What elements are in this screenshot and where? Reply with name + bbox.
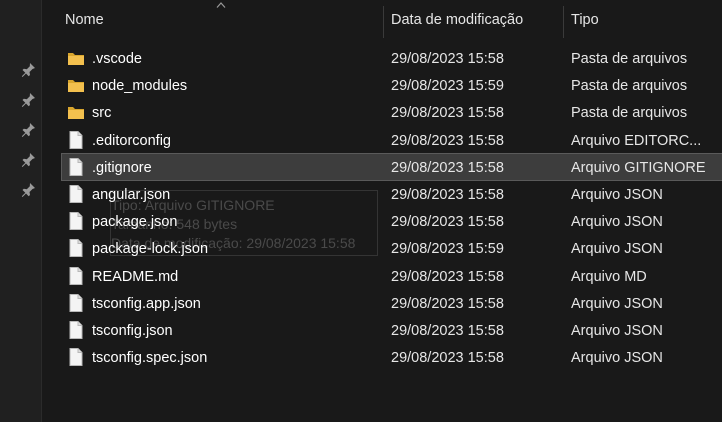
file-row[interactable]: package-lock.json 29/08/2023 15:59 Arquivo… [62,235,722,261]
file-icon [67,211,85,231]
folder-icon [67,75,85,95]
file-type: Arquivo EDITORC... [571,132,702,149]
pin-icon[interactable] [20,122,36,138]
file-type: Arquivo JSON [571,214,663,231]
file-name: angular.json [92,187,171,203]
file-row[interactable]: src 29/08/2023 15:58 Pasta de arquivos [62,99,722,125]
file-row[interactable]: .vscode 29/08/2023 15:58 Pasta de arquivos [62,45,722,71]
file-date: 29/08/2023 15:59 [391,78,504,95]
file-row[interactable]: package.json 29/08/2023 15:58 Arquivo JSON [62,208,722,234]
file-name: .editorconfig [92,132,171,149]
pin-icon[interactable] [20,62,36,78]
file-row[interactable]: angular.json 29/08/2023 15:58 Arquivo JSON [62,181,722,207]
file-row[interactable]: tsconfig.spec.json 29/08/2023 15:58 Arquiv… [62,344,722,370]
file-row-selected[interactable]: .gitignore 29/08/2023 15:58 Arquivo GITIGN… [61,152,722,181]
file-date: 29/08/2023 15:58 [391,214,504,231]
file-type: Pasta de arquivos [571,51,688,67]
file-row[interactable]: node_modules 29/08/2023 15:59 Pasta de arq… [62,72,722,98]
file-date: 29/08/2023 15:58 [391,187,504,203]
file-type: Arquivo JSON [571,295,663,312]
file-icon [67,157,85,177]
file-date: 29/08/2023 15:58 [391,159,504,176]
file-icon [67,130,85,150]
file-type: Arquivo GITIGNORE [571,159,706,176]
file-name: src [92,105,112,122]
column-header-type[interactable]: Tipo [571,0,711,38]
pin-icon[interactable] [20,92,36,108]
file-name: tsconfig.app.json [92,295,201,312]
folder-icon [67,102,85,122]
file-icon [67,347,85,367]
file-date: 29/08/2023 15:58 [391,105,504,122]
file-date: 29/08/2023 15:58 [391,268,504,285]
file-type: Pasta de arquivos [571,105,688,122]
file-date: 29/08/2023 15:58 [391,295,504,312]
file-type: Arquivo JSON [571,350,663,367]
file-row[interactable]: tsconfig.app.json 29/08/2023 15:58 Arquivo… [62,290,722,316]
navigation-pane [0,0,42,422]
file-row[interactable]: .editorconfig 29/08/2023 15:58 Arquivo EDI… [62,127,722,153]
column-divider[interactable] [563,6,564,38]
pin-icon[interactable] [20,182,36,198]
file-type: Arquivo JSON [571,323,663,339]
pin-icon[interactable] [20,152,36,168]
file-icon [67,266,85,286]
file-date: 29/08/2023 15:58 [391,323,504,339]
file-date: 29/08/2023 15:58 [391,350,504,367]
file-icon [67,184,85,204]
file-date: 29/08/2023 15:58 [391,132,504,149]
folder-icon [67,48,85,68]
file-icon [67,320,85,340]
column-divider[interactable] [383,6,384,38]
file-type: Arquivo JSON [571,241,663,258]
column-header-bar: Nome Data de modificação Tipo [42,0,722,38]
column-header-name[interactable]: Nome [65,0,375,38]
file-name: .gitignore [92,159,152,176]
file-name: tsconfig.spec.json [92,350,208,367]
file-list: Nome Data de modificação Tipo Tipo: Arqu… [42,0,722,422]
file-icon [67,238,85,258]
file-type: Arquivo MD [571,268,647,285]
file-name: README.md [92,268,179,285]
file-type: Arquivo JSON [571,187,663,203]
file-name: .vscode [92,51,142,67]
file-date: 29/08/2023 15:58 [391,51,504,67]
column-header-date[interactable]: Data de modificação [391,0,561,38]
file-row[interactable]: README.md 29/08/2023 15:58 Arquivo MD [62,263,722,289]
file-date: 29/08/2023 15:59 [391,241,504,258]
file-explorer-window: Nome Data de modificação Tipo Tipo: Arqu… [0,0,722,422]
file-name: node_modules [92,78,188,95]
file-name: package.json [92,214,178,231]
file-name: tsconfig.json [92,323,173,339]
file-type: Pasta de arquivos [571,78,688,95]
file-row[interactable]: tsconfig.json 29/08/2023 15:58 Arquivo JSO… [62,317,722,343]
file-icon [67,293,85,313]
file-name: package-lock.json [92,241,209,258]
